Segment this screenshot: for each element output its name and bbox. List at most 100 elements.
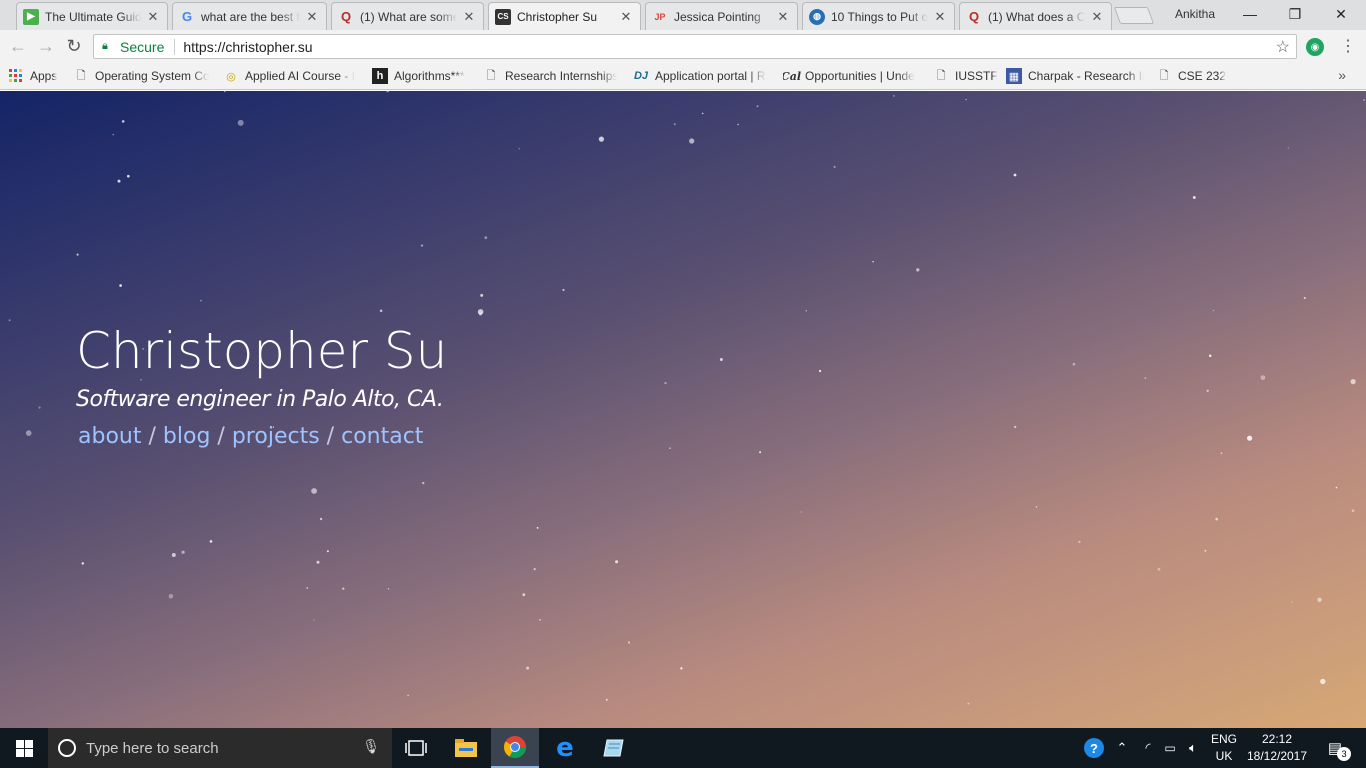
bookmark-algorithms[interactable]: h Algorithms***	[372, 68, 465, 84]
language-line-1: ENG	[1210, 732, 1237, 746]
system-clock[interactable]: 22:12 18/12/2017	[1244, 731, 1310, 765]
windows-taskbar: Type here to search 🎙︎ e ? ⌃ ◜ ▭ 🔈︎ ENG …	[0, 728, 1366, 768]
star-dot	[598, 136, 605, 142]
cortana-icon	[58, 739, 76, 757]
show-hidden-icons-chevron-icon[interactable]: ⌃	[1114, 728, 1130, 768]
star-dot	[1350, 379, 1356, 385]
reload-icon[interactable]: ↻	[63, 35, 85, 57]
star-dot	[669, 447, 671, 450]
star-dot	[121, 120, 125, 123]
page-title: Christopher Su	[76, 322, 448, 380]
bookmark-opportunities[interactable]: Cal Opportunities | Unde	[783, 68, 919, 84]
bookmark-label: Opportunities | Unde	[805, 69, 915, 83]
bookmark-operating-system[interactable]: 🗋 Operating System Co	[73, 68, 209, 84]
task-view-icon[interactable]	[392, 728, 440, 768]
google-icon: G	[181, 9, 193, 24]
tab-close-icon[interactable]: ✕	[147, 9, 159, 25]
tab-title: 10 Things to Put o	[831, 9, 928, 24]
star-dot	[756, 105, 759, 108]
chrome-taskbar-icon[interactable]	[491, 728, 539, 768]
forward-arrow-icon[interactable]: →	[35, 35, 57, 57]
omnibox-divider	[174, 38, 176, 55]
tab-close-icon[interactable]: ✕	[463, 9, 475, 25]
address-bar[interactable]: 🔒︎ Secure https://christopher.su ☆	[93, 34, 1297, 59]
bookmark-apps[interactable]: Apps	[8, 68, 57, 84]
bookmark-charpak[interactable]: ▦ Charpak - Research Ir	[1006, 68, 1144, 84]
star-dot	[313, 619, 315, 621]
bookmark-application-portal[interactable]: DJ Application portal | R	[633, 68, 769, 84]
star-dot	[1291, 601, 1293, 603]
star-dot	[420, 244, 424, 247]
star-dot	[306, 587, 309, 589]
close-window-icon[interactable]: ✕	[1318, 0, 1364, 28]
hero: Christopher Su Software engineer in Palo…	[76, 321, 447, 453]
bookmarks-bar: Apps 🗋 Operating System Co ◎ Applied AI …	[0, 63, 1366, 90]
chrome-menu-icon[interactable]: ⋮	[1340, 36, 1356, 56]
taskbar-search[interactable]: Type here to search 🎙︎	[48, 728, 392, 768]
battery-icon[interactable]: ▭	[1160, 728, 1180, 768]
star-dot	[805, 310, 807, 312]
star-dot	[379, 309, 383, 313]
tab-ultimate-guide[interactable]: ▶ The Ultimate Guide ✕	[16, 2, 168, 30]
nav-link-about[interactable]: about	[78, 424, 141, 449]
bookmark-cse-232[interactable]: 🗋 CSE 232	[1156, 68, 1226, 84]
star-dot	[1287, 147, 1290, 149]
nav-link-contact[interactable]: contact	[341, 424, 423, 449]
star-dot	[1072, 362, 1076, 366]
tab-quora-2[interactable]: Q (1) What does a C ✕	[959, 2, 1112, 30]
bookmark-label: Application portal | R	[655, 69, 766, 83]
bookmark-applied-ai[interactable]: ◎ Applied AI Course - I	[223, 68, 360, 84]
quora-icon: Q	[340, 9, 352, 24]
bookmark-iusstf[interactable]: 🗋 IUSSTF	[933, 68, 998, 84]
page-icon: 🗋	[1159, 69, 1169, 82]
extension-icon[interactable]: ◉	[1306, 38, 1324, 56]
star-dot	[615, 560, 619, 564]
nav-link-blog[interactable]: blog	[163, 424, 211, 449]
star-dot	[480, 293, 484, 297]
tab-quora-1[interactable]: Q (1) What are some ✕	[331, 2, 484, 30]
tab-10-things[interactable]: ◍ 10 Things to Put o ✕	[802, 2, 955, 30]
url-text[interactable]: https://christopher.su	[183, 39, 312, 55]
help-icon[interactable]: ?	[1082, 728, 1106, 768]
nav-link-projects[interactable]: projects	[232, 424, 320, 449]
star-dot	[117, 179, 121, 183]
bookmark-label: Research Internships	[505, 69, 617, 83]
tab-close-icon[interactable]: ✕	[1091, 9, 1103, 25]
star-dot	[533, 568, 536, 571]
microphone-icon[interactable]: 🎙︎	[362, 738, 380, 755]
tab-title: The Ultimate Guide	[45, 9, 141, 24]
tab-close-icon[interactable]: ✕	[934, 9, 946, 25]
star-dot	[673, 123, 676, 126]
tab-close-icon[interactable]: ✕	[777, 9, 789, 25]
tab-christopher-su[interactable]: CS Christopher Su ✕	[488, 2, 641, 30]
bookmark-star-icon[interactable]: ☆	[1276, 37, 1290, 57]
back-arrow-icon[interactable]: ←	[7, 35, 29, 57]
star-dot	[484, 236, 488, 240]
action-center-icon[interactable]: ▤ 3	[1320, 728, 1352, 768]
jp-icon: JP	[654, 11, 666, 22]
minimize-icon[interactable]: —	[1227, 0, 1273, 28]
globe-icon: ◍	[809, 8, 825, 25]
star-dot	[701, 112, 704, 115]
restore-icon[interactable]: ❐	[1272, 0, 1318, 28]
star-dot	[1317, 597, 1322, 602]
tab-close-icon[interactable]: ✕	[620, 9, 632, 25]
bookmarks-overflow-icon[interactable]: »	[1338, 67, 1346, 83]
new-tab-button[interactable]	[1113, 7, 1155, 24]
network-icon[interactable]: ◜	[1138, 728, 1158, 768]
file-explorer-icon[interactable]	[442, 728, 490, 768]
tab-close-icon[interactable]: ✕	[306, 9, 318, 25]
bookmark-research-internships[interactable]: 🗋 Research Internships	[483, 68, 617, 84]
tab-google-search[interactable]: G what are the best f ✕	[172, 2, 327, 30]
tab-title: Christopher Su	[517, 9, 598, 24]
star-dot	[342, 587, 345, 590]
edge-icon[interactable]: e	[541, 728, 589, 768]
notepad-icon[interactable]	[590, 728, 638, 768]
tab-jessica-pointing[interactable]: JP Jessica Pointing ✕	[645, 2, 798, 30]
windows-start-icon[interactable]	[0, 728, 48, 768]
language-indicator[interactable]: ENG UK	[1207, 731, 1241, 765]
star-dot	[76, 253, 79, 256]
browser-toolbar: ← → ↻ 🔒︎ Secure https://christopher.su ☆…	[0, 30, 1366, 63]
volume-icon[interactable]: 🔈︎	[1183, 728, 1203, 768]
profile-name[interactable]: Ankitha	[1175, 7, 1215, 21]
